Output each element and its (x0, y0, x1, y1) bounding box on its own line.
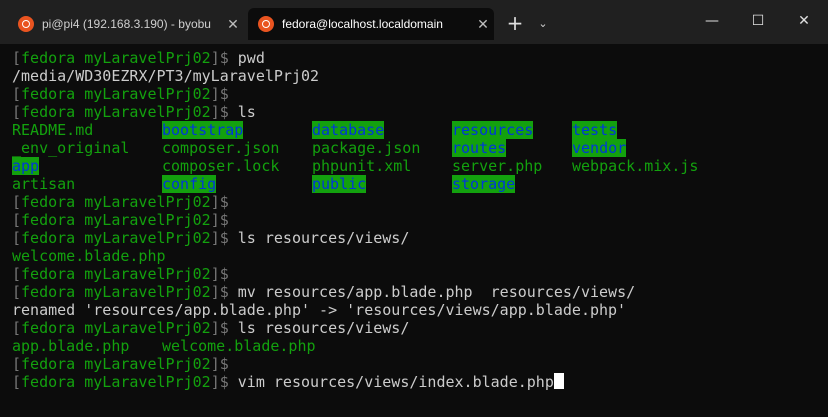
close-window-icon[interactable]: ✕ (782, 6, 826, 36)
title-bar: pi@pi4 (192.168.3.190) - byobu ✕ fedora@… (0, 0, 828, 44)
terminal-line: [fedora myLaravelPrj02]$ ls (12, 103, 256, 121)
list-item: _env_original (12, 139, 130, 157)
terminal-line: [fedora myLaravelPrj02]$ ls resources/vi… (12, 319, 410, 337)
list-item: public (312, 175, 367, 193)
terminal-line: /media/WD30EZRX/PT3/myLaravelPrj02 (12, 67, 320, 85)
list-item: composer.json (162, 139, 280, 157)
list-item: storage (452, 175, 516, 193)
list-item: package.json (312, 139, 421, 157)
close-icon[interactable]: ✕ (472, 16, 494, 33)
terminal-line: [fedora myLaravelPrj02]$ (12, 211, 229, 229)
list-item: database (312, 121, 385, 139)
list-item: app (12, 157, 40, 175)
terminal-line: renamed 'resources/app.blade.php' -> 're… (12, 301, 627, 319)
list-item: phpunit.xml (312, 157, 412, 175)
terminal-line: [fedora myLaravelPrj02]$ (12, 265, 229, 283)
chevron-down-icon[interactable]: ⌄ (532, 13, 554, 35)
list-item: vendor (572, 139, 627, 157)
tab-title: fedora@localhost.localdomain (282, 17, 443, 31)
terminal-line: welcome.blade.php (12, 247, 166, 265)
ubuntu-icon (258, 16, 274, 32)
terminal-line: [fedora myLaravelPrj02]$ ls resources/vi… (12, 229, 410, 247)
minimize-icon[interactable]: — (690, 6, 734, 36)
terminal-line: [fedora myLaravelPrj02]$ (12, 193, 229, 211)
list-item: resources (452, 121, 534, 139)
terminal-line: [fedora myLaravelPrj02]$ mv resources/ap… (12, 283, 636, 301)
plus-icon[interactable]: + (502, 12, 528, 36)
ubuntu-icon (18, 16, 34, 32)
terminal-line: [fedora myLaravelPrj02]$ (12, 85, 229, 103)
list-item: server.php (452, 157, 543, 175)
text-cursor (553, 373, 564, 389)
tab-byobu[interactable]: pi@pi4 (192.168.3.190) - byobu ✕ (8, 8, 244, 40)
terminal-output[interactable]: [fedora myLaravelPrj02]$ pwd /media/WD30… (0, 44, 828, 417)
terminal-line: [fedora myLaravelPrj02]$ pwd (12, 49, 265, 67)
list-item: artisan (12, 175, 76, 193)
list-item: config (162, 175, 217, 193)
list-item: routes (452, 139, 507, 157)
list-item: webpack.mix.js (572, 157, 699, 175)
close-icon[interactable]: ✕ (222, 16, 244, 33)
maximize-icon[interactable]: ☐ (736, 6, 780, 36)
terminal-command-line[interactable]: [fedora myLaravelPrj02]$ vim resources/v… (12, 373, 564, 391)
terminal-line: [fedora myLaravelPrj02]$ (12, 355, 229, 373)
list-item: app.blade.php (12, 337, 130, 355)
list-item: welcome.blade.php (162, 337, 316, 355)
tab-fedora[interactable]: fedora@localhost.localdomain ✕ (248, 8, 494, 40)
list-item: README.md (12, 121, 94, 139)
list-item: bootstrap (162, 121, 244, 139)
tab-title: pi@pi4 (192.168.3.190) - byobu (42, 17, 211, 31)
list-item: tests (572, 121, 618, 139)
list-item: composer.lock (162, 157, 280, 175)
